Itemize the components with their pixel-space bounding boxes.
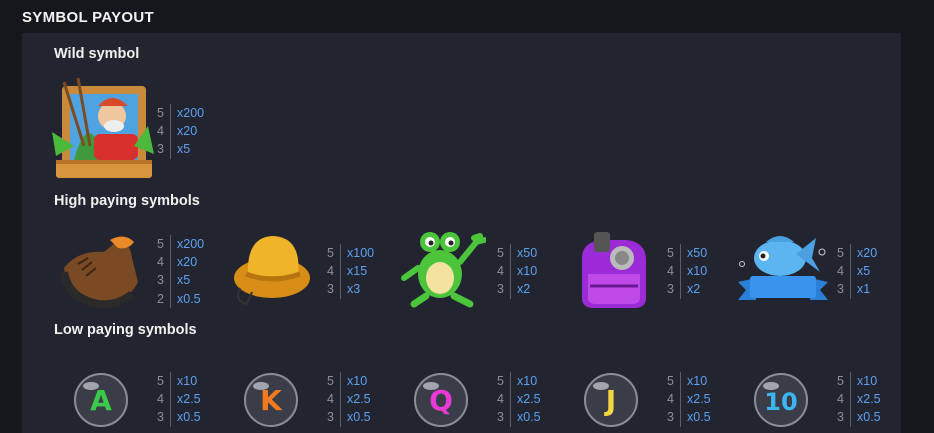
pay-row: 3 x2 — [490, 280, 537, 299]
pay-row: 2 x0.5 — [150, 289, 204, 308]
letter-a-icon: A — [73, 372, 129, 428]
pay-row: 5 x20 — [830, 244, 877, 263]
svg-text:Q: Q — [429, 384, 453, 417]
number-10-paytable: 5 x10 4 x2.5 3 x0.5 — [830, 372, 881, 427]
letter-j-icon: J — [583, 372, 639, 428]
pay-row: 3 x5 — [150, 271, 204, 290]
high-section-title: High paying symbols — [54, 193, 200, 209]
fish-paytable: 5 x20 4 x5 3 x1 — [830, 244, 877, 299]
letter-q-paytable: 5 x10 4 x2.5 3 x0.5 — [490, 372, 541, 427]
pay-row: 3 x0.5 — [320, 408, 371, 427]
pay-row: 4 x10 — [660, 262, 707, 281]
pay-row: 4 x10 — [490, 262, 537, 281]
pay-row: 3 x1 — [830, 280, 877, 299]
pay-row: 3 x0.5 — [150, 408, 201, 427]
pay-row: 4 x2.5 — [150, 390, 201, 409]
pay-row: 5 x50 — [660, 244, 707, 263]
pay-row: 3 x5 — [150, 140, 204, 159]
hat-paytable: 5 x100 4 x15 3 x3 — [320, 244, 374, 299]
pay-row: 3 x0.5 — [490, 408, 541, 427]
pay-row: 5 x50 — [490, 244, 537, 263]
letter-k-paytable: 5 x10 4 x2.5 3 x0.5 — [320, 372, 371, 427]
low-section-title: Low paying symbols — [54, 322, 197, 338]
pay-row: 3 x2 — [660, 280, 707, 299]
pay-row: 5 x10 — [660, 372, 711, 391]
number-10-icon: 10 — [753, 372, 809, 428]
boot-icon — [58, 228, 144, 310]
pay-row: 5 x200 — [150, 235, 204, 254]
pay-row: 5 x10 — [320, 372, 371, 391]
letter-q-icon: Q — [413, 372, 469, 428]
pay-row: 3 x3 — [320, 280, 374, 299]
pay-row: 5 x100 — [320, 244, 374, 263]
pay-row: 4 x15 — [320, 262, 374, 281]
svg-text:K: K — [260, 384, 283, 417]
pay-row: 5 x10 — [830, 372, 881, 391]
backpack-icon — [572, 228, 656, 312]
pay-row: 5 x200 — [150, 104, 204, 123]
pay-row: 3 x0.5 — [660, 408, 711, 427]
pay-row: 4 x2.5 — [660, 390, 711, 409]
wild-section-title: Wild symbol — [54, 46, 140, 62]
fisherman-wild-icon — [44, 76, 160, 184]
letter-j-paytable: 5 x10 4 x2.5 3 x0.5 — [660, 372, 711, 427]
backpack-paytable: 5 x50 4 x10 3 x2 — [660, 244, 707, 299]
svg-text:A: A — [90, 384, 112, 417]
frog-icon — [400, 226, 486, 310]
pay-row: 5 x10 — [490, 372, 541, 391]
letter-a-paytable: 5 x10 4 x2.5 3 x0.5 — [150, 372, 201, 427]
svg-text:J: J — [604, 384, 616, 417]
pay-row: 4 x20 — [150, 253, 204, 272]
page-title: SYMBOL PAYOUT — [22, 9, 154, 26]
frog-paytable: 5 x50 4 x10 3 x2 — [490, 244, 537, 299]
pay-row: 4 x2.5 — [320, 390, 371, 409]
fish-icon — [736, 224, 830, 308]
pay-row: 3 x0.5 — [830, 408, 881, 427]
wild-paytable: 5 x200 4 x20 3 x5 — [150, 104, 204, 159]
pay-row: 5 x10 — [150, 372, 201, 391]
pay-row: 4 x5 — [830, 262, 877, 281]
hat-icon — [232, 228, 314, 310]
pay-row: 4 x2.5 — [490, 390, 541, 409]
letter-k-icon: K — [243, 372, 299, 428]
pay-row: 4 x20 — [150, 122, 204, 141]
svg-text:10: 10 — [764, 388, 797, 416]
boot-paytable: 5 x200 4 x20 3 x5 2 x0.5 — [150, 235, 204, 308]
pay-row: 4 x2.5 — [830, 390, 881, 409]
